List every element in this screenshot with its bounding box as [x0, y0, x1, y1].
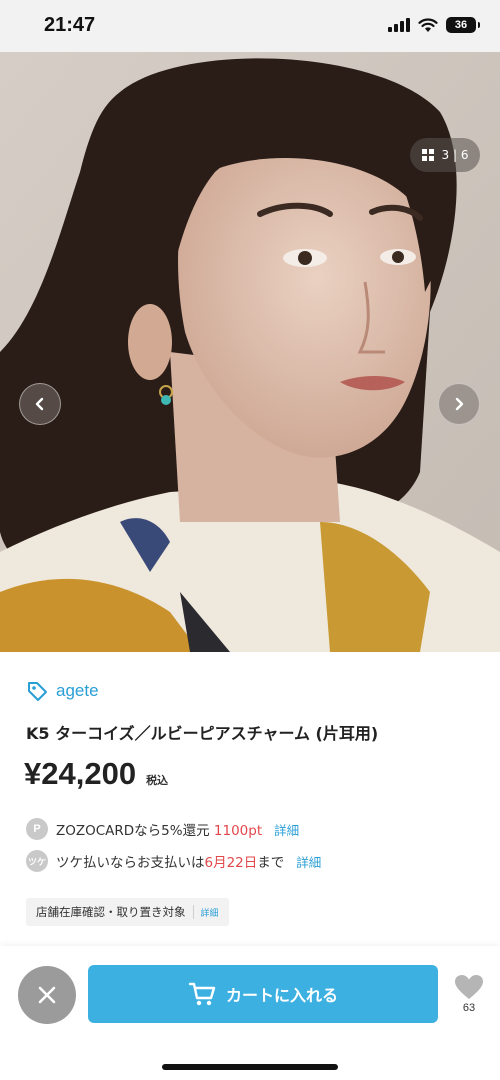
points-icon: P	[26, 818, 48, 840]
battery-icon: 36	[446, 17, 480, 33]
price: ¥24,200	[24, 756, 137, 791]
image-separator: |	[452, 148, 458, 162]
chevron-right-icon	[455, 397, 464, 411]
store-stock-label: 店舗在庫確認・取り置き対象	[36, 905, 186, 919]
price-row: ¥24,200 税込	[24, 756, 168, 792]
prev-image-button[interactable]	[19, 383, 61, 425]
add-to-cart-label: カートに入れる	[225, 986, 338, 1005]
status-time: 21:47	[44, 14, 96, 36]
offer-text: ZOZOCARDなら5%還元 1100pt	[56, 823, 263, 839]
image-counter-text: 3 | 6	[442, 148, 469, 162]
points-amount: 1100pt	[213, 823, 263, 839]
image-total: 6	[460, 148, 469, 162]
tax-label: 税込	[146, 774, 169, 787]
heart-icon	[455, 975, 483, 999]
product-title: K5 ターコイズ／ルビーピアスチャーム (片耳用)	[26, 724, 379, 743]
status-icons: 36	[388, 17, 480, 33]
chip-divider	[192, 905, 194, 919]
store-stock-detail-link[interactable]: 詳細	[201, 906, 219, 919]
wifi-icon	[418, 17, 438, 32]
image-current: 3	[441, 148, 450, 162]
bottom-action-bar: カートに入れる 63	[0, 946, 500, 1080]
close-icon	[38, 986, 56, 1004]
close-button[interactable]	[18, 966, 76, 1024]
grid-icon	[421, 149, 434, 161]
tag-icon	[28, 682, 47, 701]
store-stock-chip[interactable]: 店舗在庫確認・取り置き対象 詳細	[26, 898, 229, 926]
brand-name: agete	[56, 681, 99, 700]
brand-link[interactable]: agete	[26, 680, 99, 702]
next-image-button[interactable]	[438, 383, 480, 425]
chevron-left-icon	[35, 397, 44, 411]
tsuke-detail-link[interactable]: 詳細	[296, 852, 321, 871]
favorite-button[interactable]: 63	[452, 974, 486, 1014]
add-to-cart-button[interactable]: カートに入れる	[88, 965, 438, 1023]
image-counter[interactable]: 3 | 6	[410, 138, 480, 172]
status-bar: 21:47 36	[0, 0, 500, 52]
zozocard-offer: P ZOZOCARDなら5%還元 1100pt 詳細	[26, 818, 299, 840]
tsuke-icon: ツケ	[26, 850, 48, 872]
favorite-count: 63	[462, 1002, 476, 1014]
payment-date: 6月22日	[204, 855, 258, 871]
home-indicator	[162, 1064, 338, 1070]
tsuke-payment-offer: ツケ ツケ払いならお支払いは6月22日まで 詳細	[26, 850, 321, 872]
cellular-signal-icon	[388, 18, 410, 32]
offer-text: ツケ払いならお支払いは6月22日まで	[56, 855, 285, 871]
zozocard-detail-link[interactable]: 詳細	[274, 820, 299, 839]
product-image[interactable]: 3 | 6	[0, 52, 500, 652]
cart-icon	[188, 982, 216, 1006]
